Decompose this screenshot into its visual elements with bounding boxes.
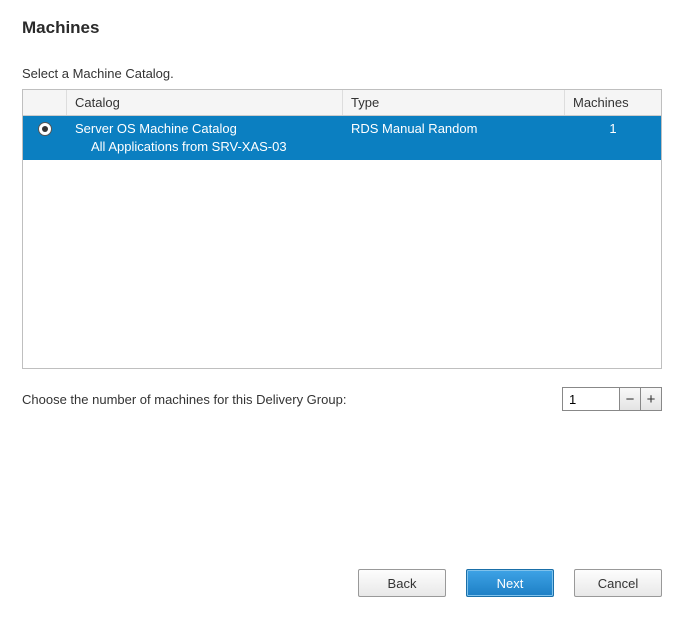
row-radio-cell[interactable]	[23, 120, 67, 136]
radio-icon[interactable]	[38, 122, 52, 136]
catalog-name: Server OS Machine Catalog	[75, 120, 335, 138]
choose-label: Choose the number of machines for this D…	[22, 392, 346, 407]
table-row[interactable]: Server OS Machine Catalog All Applicatio…	[23, 116, 661, 160]
table-header-row: Catalog Type Machines	[23, 90, 661, 116]
back-button[interactable]: Back	[358, 569, 446, 597]
row-machines-cell: 1	[565, 120, 661, 138]
machine-count-spinner: − +	[562, 387, 662, 411]
col-header-machines[interactable]: Machines	[565, 90, 661, 115]
radio-dot-icon	[42, 126, 48, 132]
col-header-catalog[interactable]: Catalog	[67, 90, 343, 115]
cancel-button[interactable]: Cancel	[574, 569, 662, 597]
choose-machines-row: Choose the number of machines for this D…	[22, 387, 662, 411]
increment-button[interactable]: +	[640, 387, 662, 411]
col-header-radio	[23, 90, 67, 115]
page-title: Machines	[22, 18, 662, 38]
row-type-cell: RDS Manual Random	[343, 120, 565, 138]
catalog-table: Catalog Type Machines Server OS Machine …	[22, 89, 662, 369]
subtitle: Select a Machine Catalog.	[22, 66, 662, 81]
footer-buttons: Back Next Cancel	[358, 569, 662, 597]
catalog-subtext: All Applications from SRV-XAS-03	[75, 138, 335, 156]
col-header-type[interactable]: Type	[343, 90, 565, 115]
row-catalog-cell: Server OS Machine Catalog All Applicatio…	[67, 120, 343, 156]
machine-count-input[interactable]	[562, 387, 620, 411]
decrement-button[interactable]: −	[619, 387, 641, 411]
next-button[interactable]: Next	[466, 569, 554, 597]
